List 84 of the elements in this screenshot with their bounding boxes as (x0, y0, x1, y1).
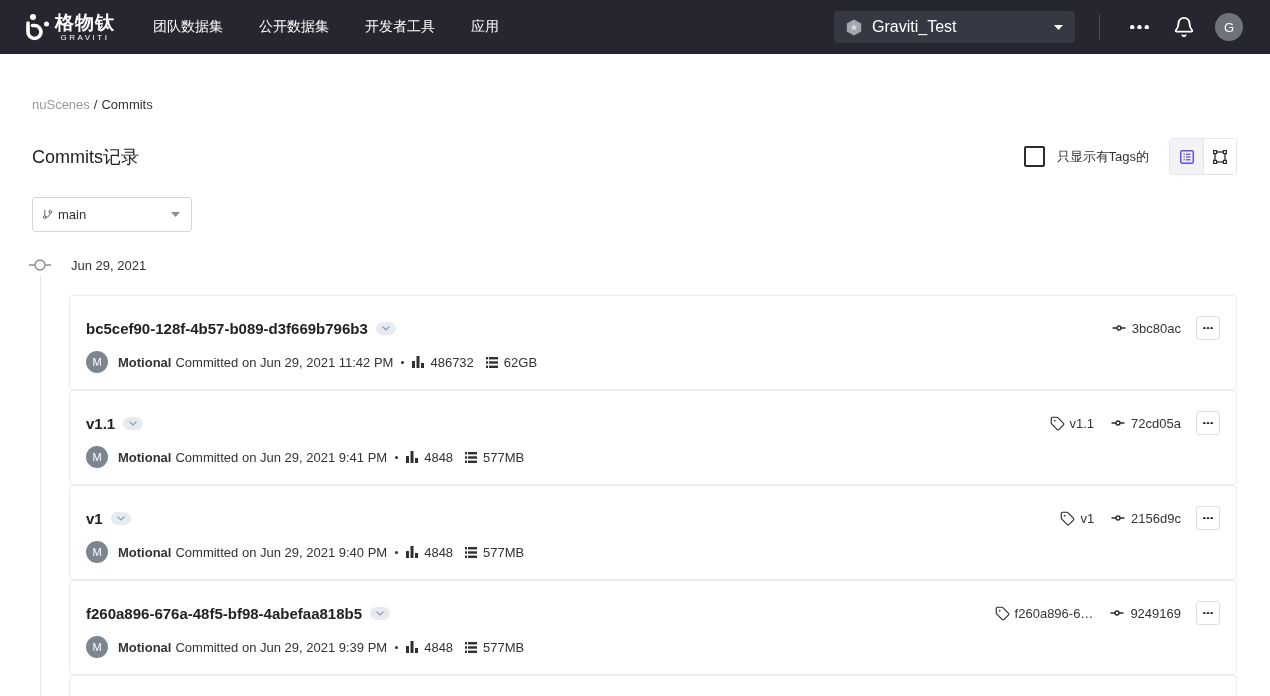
nav-tab[interactable]: 团队数据集 (153, 16, 223, 38)
record-count: 4848 (424, 639, 454, 655)
graph-view-icon (1213, 149, 1227, 164)
data-size: 577MB (483, 449, 525, 465)
commit-time: Committed on Jun 29, 2021 9:41 PM (175, 449, 388, 465)
commit-title: v1.1 (86, 414, 116, 432)
author-name: Motional (118, 639, 172, 655)
chevron-down-icon (116, 515, 125, 521)
tag-name: v1 (1080, 510, 1095, 526)
commit-hash: 3bc80ac (1131, 320, 1181, 336)
logo-name: 格物钛 (55, 12, 115, 33)
data-size: 577MB (483, 544, 525, 560)
nav-tab[interactable]: 开发者工具 (365, 16, 435, 38)
separator-dot-icon (395, 550, 399, 554)
chevron-down-icon (381, 325, 390, 331)
tag-icon (1049, 415, 1065, 431)
branch-dropdown[interactable]: main (32, 197, 192, 232)
tag-name: v1.1 (1069, 415, 1095, 431)
bell-icon (1173, 16, 1195, 38)
caret-down-icon (171, 212, 180, 217)
bar-chart-icon (406, 451, 419, 463)
list-view-button[interactable] (1170, 139, 1203, 174)
data-size: 577MB (483, 639, 525, 655)
breadcrumb-separator: / (93, 96, 98, 114)
separator-dot-icon (395, 455, 399, 459)
commit-hash: 2156d9c (1131, 510, 1181, 526)
list-view-icon (1179, 149, 1194, 164)
tag-icon (1060, 510, 1076, 526)
record-count: 4848 (424, 449, 454, 465)
separator-dot-icon (395, 645, 399, 649)
list-icon (465, 546, 478, 558)
ellipsis-icon (1203, 421, 1213, 425)
nav-tab[interactable]: 应用 (471, 16, 499, 38)
list-icon (465, 641, 478, 653)
commit-title: bc5cef90-128f-4b57-b089-d3f669b796b3 (86, 319, 368, 337)
commit-node-icon (29, 259, 51, 271)
date-heading: Jun 29, 2021 (71, 257, 147, 273)
list-icon (465, 451, 478, 463)
author-name: Motional (118, 449, 172, 465)
expand-button[interactable] (370, 606, 390, 620)
logo-icon (24, 13, 50, 41)
list-icon (485, 356, 498, 368)
tags-only-checkbox[interactable] (1023, 146, 1045, 167)
chevron-down-icon (129, 420, 138, 426)
logo-subtitle: GRAVITI (60, 33, 110, 42)
author-avatar: M (86, 541, 108, 563)
graph-view-button[interactable] (1203, 139, 1236, 174)
tag-name: f260a896-6… (1014, 605, 1094, 621)
commit-time: Committed on Jun 29, 2021 9:40 PM (175, 544, 388, 560)
bar-chart-icon (412, 356, 425, 368)
hexagon-icon (846, 18, 862, 36)
page-title: Commits记录 (32, 145, 139, 169)
separator-dot-icon (401, 360, 405, 364)
breadcrumb-current: Commits (101, 96, 153, 114)
ellipsis-icon (1130, 24, 1149, 30)
data-size: 62GB (503, 354, 538, 370)
record-count: 4848 (424, 544, 454, 560)
commit-title: f260a896-676a-48f5-bf98-4abefaa818b5 (86, 604, 362, 622)
workspace-selector[interactable]: Graviti_Test (834, 11, 1075, 43)
author-avatar: M (86, 446, 108, 468)
commit-time: Committed on Jun 29, 2021 11:42 PM (175, 354, 394, 370)
author-name: Motional (118, 354, 172, 370)
record-count: 486732 (430, 354, 474, 370)
more-button[interactable] (1130, 24, 1149, 30)
author-avatar: M (86, 351, 108, 373)
bar-chart-icon (406, 546, 419, 558)
branch-icon (42, 209, 53, 220)
caret-down-icon (1054, 24, 1063, 30)
ellipsis-icon (1203, 516, 1213, 520)
chevron-down-icon (376, 610, 384, 616)
ellipsis-icon (1203, 326, 1213, 330)
tag-icon (994, 605, 1010, 621)
nav-tab[interactable]: 公开数据集 (259, 16, 329, 38)
author-avatar: M (86, 636, 108, 658)
author-name: Motional (118, 544, 172, 560)
checkbox-label: 只显示有Tags的 (1056, 147, 1149, 166)
commit-time: Committed on Jun 29, 2021 9:39 PM (175, 639, 388, 655)
commit-hash: 9249169 (1130, 605, 1181, 621)
ellipsis-icon (1203, 611, 1213, 615)
user-avatar[interactable]: G (1215, 13, 1243, 41)
notifications-button[interactable] (1173, 16, 1195, 38)
commit-title: v1 (86, 509, 103, 527)
bar-chart-icon (406, 641, 419, 653)
commit-hash: 72cd05a (1131, 415, 1181, 431)
